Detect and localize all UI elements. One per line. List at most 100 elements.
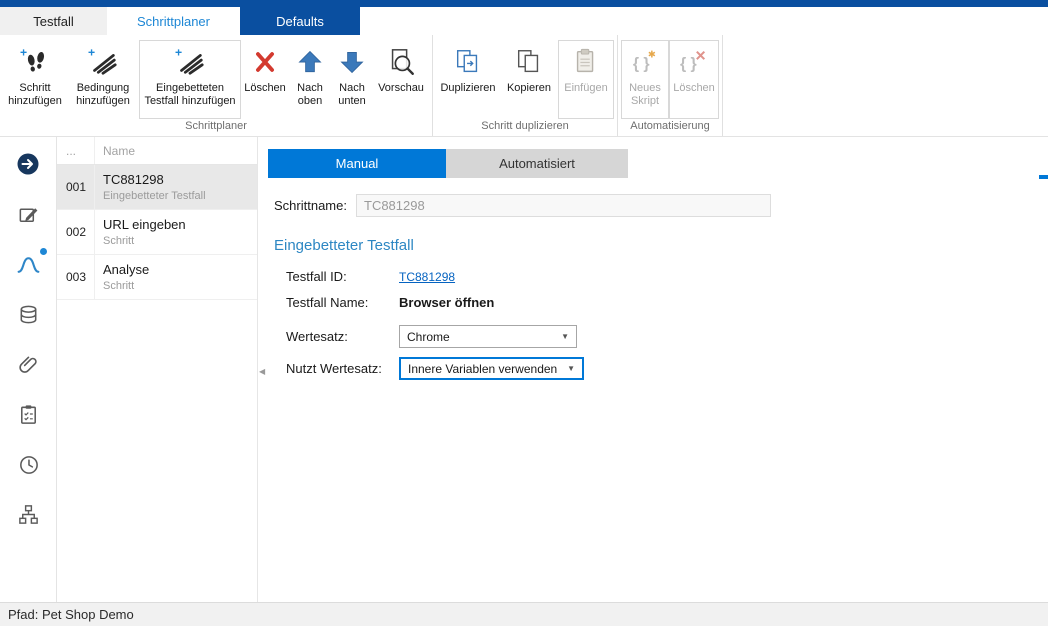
schrittname-label: Schrittname: [274,198,356,213]
hierarchy-icon [17,503,40,526]
sidebar-item-history[interactable] [13,451,43,477]
sidebar-item-schrittplaner[interactable] [13,251,43,277]
svg-text:+: + [88,47,95,59]
duplicate-icon [453,44,483,80]
sidebar-item-go[interactable] [13,151,43,177]
add-embedded-testcase-icon: + [175,44,205,80]
nutzt-wertesatz-selected-value: Innere Variablen verwenden [408,362,557,376]
button-label: Nach unten [334,82,370,108]
checklist-icon [17,403,40,426]
ribbon-group-schrittplaner: + Schritt hinzufügen + Bedi [0,35,433,136]
status-path-text: Pfad: Pet Shop Demo [8,607,134,622]
delete-step-button[interactable]: Löschen [241,40,289,119]
sidebar-item-attachments[interactable] [13,351,43,377]
nutzt-wertesatz-dropdown[interactable]: Innere Variablen verwenden ▼ [399,357,584,380]
testfall-id-label: Testfall ID: [286,269,399,284]
copy-button[interactable]: Kopieren [500,40,558,119]
paste-button: Einfügen [558,40,614,119]
step-name: URL eingeben [103,217,249,232]
ribbon-group-automatisierung: { } ✱ Neues Skript { } Löschen Automatis… [618,35,723,136]
step-number: 001 [57,165,95,209]
button-label: Eingebetteten Testfall hinzufügen [142,82,238,108]
sidebar-item-edit[interactable] [13,201,43,227]
group-label-schrittplaner: Schrittplaner [3,119,429,136]
step-detail-panel: Manual Automatisiert Schrittname: Eingeb… [268,137,1048,602]
step-row-3[interactable]: 003 Analyse Schritt [57,255,257,300]
step-type: Schritt [103,235,249,247]
button-label: Kopieren [507,82,551,95]
tab-schrittplaner[interactable]: Schrittplaner [107,7,240,35]
step-name: TC881298 [103,172,249,187]
steps-list-panel: ... Name 001 TC881298 Eingebetteter Test… [57,137,258,602]
sidebar-item-checklist[interactable] [13,401,43,427]
column-header-name: Name [95,137,257,164]
button-label: Bedingung hinzufügen [70,82,136,108]
splitter-collapse-arrow[interactable]: ◀ [259,367,265,376]
tab-manual[interactable]: Manual [268,149,446,178]
add-embedded-testcase-button[interactable]: + Eingebetteten Testfall hinzufügen [139,40,241,119]
button-label: Löschen [244,82,286,95]
step-row-1[interactable]: 001 TC881298 Eingebetteter Testfall [57,165,257,210]
svg-text:{ }: { } [680,56,697,73]
column-header-num: ... [57,137,95,164]
schrittname-input[interactable] [356,194,771,217]
button-label: Neues Skript [624,82,666,108]
group-label-automatisierung: Automatisierung [621,119,719,136]
step-detail-form: Schrittname: Eingebetteter Testfall Test… [268,194,1048,380]
wertesatz-selected-value: Chrome [407,330,450,344]
step-number: 003 [57,255,95,299]
delete-x-icon [251,44,279,80]
tab-testfall[interactable]: Testfall [0,7,107,35]
steps-curve-icon [16,252,41,277]
delete-script-button: { } Löschen [669,40,719,119]
notification-dot [40,248,47,255]
left-icon-sidebar [0,137,57,602]
add-condition-button[interactable]: + Bedingung hinzufügen [67,40,139,119]
wertesatz-dropdown[interactable]: Chrome ▼ [399,325,577,348]
duplicate-button[interactable]: Duplizieren [436,40,500,119]
database-icon [17,303,40,326]
add-step-button[interactable]: + Schritt hinzufügen [3,40,67,119]
arrow-up-icon [296,44,324,80]
chevron-down-icon: ▼ [561,332,569,341]
main-area: ... Name 001 TC881298 Eingebetteter Test… [0,137,1048,602]
testfall-id-link[interactable]: TC881298 [399,270,455,284]
testfall-name-value: Browser öffnen [399,295,494,310]
ribbon-toolbar: + Schritt hinzufügen + Bedi [0,35,1048,137]
testfall-name-label: Testfall Name: [286,295,399,310]
history-clock-icon [17,453,40,476]
ribbon-group-schritt-duplizieren: Duplizieren Kopieren [433,35,618,136]
add-condition-ramp-icon: + [88,44,118,80]
step-row-2[interactable]: 002 URL eingeben Schritt [57,210,257,255]
button-label: Einfügen [564,82,607,95]
go-arrow-icon [16,152,40,176]
chevron-down-icon: ▼ [567,364,575,373]
tab-accent-mark [1039,175,1048,179]
button-label: Schritt hinzufügen [6,82,64,108]
delete-script-icon: { } [679,44,709,80]
button-label: Duplizieren [440,82,495,95]
button-label: Nach oben [292,82,328,108]
steps-list-header: ... Name [57,137,257,165]
button-label: Löschen [673,82,715,95]
wertesatz-label: Wertesatz: [286,329,399,344]
detail-tab-bar: Manual Automatisiert [268,149,1048,178]
arrow-down-icon [338,44,366,80]
section-title-embedded-testcase: Eingebetteter Testfall [274,237,1048,254]
step-type: Schritt [103,280,249,292]
svg-text:+: + [20,47,27,59]
new-script-icon: { } ✱ [630,44,660,80]
sidebar-item-hierarchy[interactable] [13,501,43,527]
move-up-button[interactable]: Nach oben [289,40,331,119]
step-number: 002 [57,210,95,254]
tab-defaults[interactable]: Defaults [240,7,360,35]
new-script-button: { } ✱ Neues Skript [621,40,669,119]
move-down-button[interactable]: Nach unten [331,40,373,119]
preview-button[interactable]: Vorschau [373,40,429,119]
button-label: Vorschau [378,82,424,95]
tab-automatisiert[interactable]: Automatisiert [446,149,628,178]
svg-text:+: + [175,47,182,59]
panel-splitter[interactable]: ◀ [258,137,268,602]
copy-icon [514,44,544,80]
sidebar-item-data[interactable] [13,301,43,327]
